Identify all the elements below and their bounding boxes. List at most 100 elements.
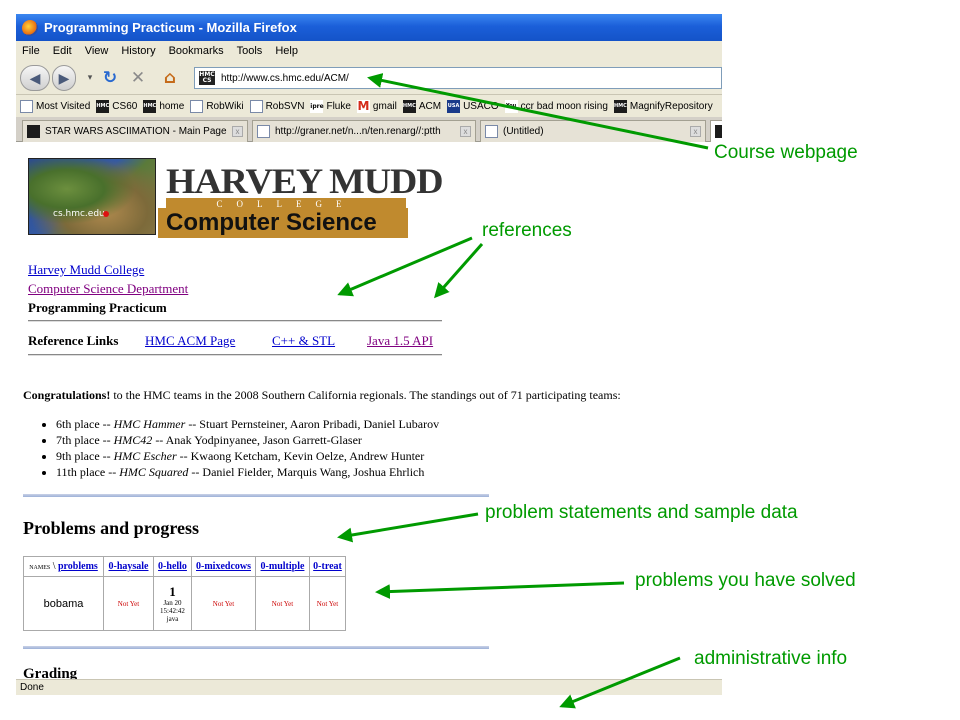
close-tab-icon[interactable]: x: [690, 126, 701, 137]
link-cs-department[interactable]: Computer Science Department: [28, 281, 188, 297]
bookmark-robsvn[interactable]: RobSVN: [249, 99, 304, 113]
status-cell: Not Yet: [191, 576, 256, 631]
hmc-cs-icon: HMC: [613, 99, 627, 113]
menu-file[interactable]: File: [22, 45, 40, 57]
grading-heading: Grading: [23, 666, 78, 679]
standings-list: 6th place -- HMC Hammer -- Stuart Pernst…: [44, 416, 439, 480]
annotation-course-webpage: Course webpage: [714, 142, 858, 163]
column-header[interactable]: 0-mixedcows: [191, 556, 256, 577]
page-icon: [249, 99, 263, 113]
bookmarks-toolbar: Most Visited HMC CS60 HMC home RobWiki Rob…: [16, 95, 722, 117]
page-icon: [20, 99, 33, 113]
menu-history[interactable]: History: [121, 45, 155, 57]
hmc-cs-icon: HMC: [143, 99, 157, 113]
bookmark-usaco[interactable]: USA USACO: [447, 99, 499, 113]
list-item: 11th place -- HMC Squared -- Daniel Fiel…: [56, 464, 439, 480]
table-row: bobama Not Yet 1 Jan 20 15:42:42 java No…: [23, 576, 346, 631]
map-logo: cs.hmc.edu: [28, 158, 156, 235]
page-icon: [257, 125, 270, 138]
page-icon: [485, 125, 498, 138]
corner-header: NAMES \ problems: [23, 556, 104, 577]
title-bar: Programming Practicum - Mozilla Firefox: [16, 14, 722, 41]
usaco-icon: USA: [447, 99, 461, 113]
back-arrow-icon: ◀: [29, 69, 41, 86]
annotation-problem-statements: problem statements and sample data: [485, 502, 798, 523]
column-header[interactable]: 0-haysale: [103, 556, 154, 577]
divider: [28, 320, 442, 322]
tab-untitled[interactable]: (Untitled) x: [480, 120, 706, 142]
link-java-api[interactable]: Java 1.5 API: [367, 333, 433, 349]
tab-graner[interactable]: http://graner.net/n...n/ten.renarg//:ptt…: [252, 120, 476, 142]
link-cpp-stl[interactable]: C++ & STL: [272, 333, 335, 349]
table-header-row: NAMES \ problems 0-haysale 0-hello 0-mix…: [23, 556, 346, 577]
home-icon[interactable]: ⌂: [160, 68, 180, 88]
column-header[interactable]: 0-treat: [309, 556, 346, 577]
list-item: 6th place -- HMC Hammer -- Stuart Pernst…: [56, 416, 439, 432]
column-header[interactable]: 0-hello: [153, 556, 192, 577]
page-icon: [715, 125, 722, 138]
link-hmc-acm-page[interactable]: HMC ACM Page: [145, 333, 235, 349]
bookmark-home[interactable]: HMC home: [143, 99, 184, 113]
location-dot-icon: [103, 211, 109, 217]
bookmark-fluke[interactable]: ipre Fluke: [310, 99, 351, 113]
firefox-icon: [22, 19, 38, 36]
bookmark-magnifyrepository[interactable]: HMC MagnifyRepository: [613, 99, 713, 113]
url-text[interactable]: http://www.cs.hmc.edu/ACM/: [221, 73, 349, 84]
close-tab-icon[interactable]: x: [232, 126, 243, 137]
menu-bookmarks[interactable]: Bookmarks: [169, 45, 224, 57]
link-harvey-mudd-college[interactable]: Harvey Mudd College: [28, 262, 144, 278]
forward-arrow-icon: ▶: [58, 69, 70, 86]
ipre-icon: ipre: [310, 99, 324, 113]
history-dropdown-icon[interactable]: ▾: [80, 68, 100, 88]
solved-cell: 1 Jan 20 15:42:42 java: [153, 576, 192, 631]
page-content: cs.hmc.edu HARVEY MUDD COLLEGE Computer …: [16, 142, 722, 679]
annotation-administrative-info: administrative info: [694, 648, 848, 669]
site-favicon-icon: HMC CS: [199, 71, 215, 85]
status-cell: Not Yet: [309, 576, 346, 631]
divider: [23, 494, 489, 497]
tab-bar: STAR WARS ASCIIMATION - Main Page x http…: [16, 117, 722, 142]
browser-window: Programming Practicum - Mozilla Firefox …: [16, 14, 722, 695]
tab-active[interactable]: [710, 120, 722, 142]
status-cell: Not Yet: [255, 576, 310, 631]
status-cell: Not Yet: [103, 576, 154, 631]
bookmark-ccr-bad-moon-rising[interactable]: You ccr bad moon rising: [504, 99, 608, 113]
annotation-references: references: [482, 220, 572, 241]
window-title: Programming Practicum - Mozilla Firefox: [44, 20, 297, 35]
close-tab-icon[interactable]: x: [460, 126, 471, 137]
divider: [23, 646, 489, 649]
annotation-problems-solved: problems you have solved: [635, 570, 856, 591]
bookmark-most-visited[interactable]: Most Visited: [20, 99, 90, 113]
menu-edit[interactable]: Edit: [53, 45, 72, 57]
menu-view[interactable]: View: [85, 45, 109, 57]
menu-help[interactable]: Help: [275, 45, 298, 57]
tab-star-wars[interactable]: STAR WARS ASCIIMATION - Main Page x: [22, 120, 248, 142]
reference-links-label: Reference Links: [28, 333, 119, 348]
logo-computer-science: Computer Science: [158, 208, 408, 238]
logo-harvey-mudd: HARVEY MUDD: [166, 161, 444, 201]
progress-table: NAMES \ problems 0-haysale 0-hello 0-mix…: [23, 556, 346, 631]
list-item: 7th place -- HMC42 -- Anak Yodpinyanee, …: [56, 432, 439, 448]
status-bar: Done: [16, 679, 722, 695]
navigation-toolbar: ◀ ▶ ▾ ↻ ✕ ⌂ HMC CS http://www.cs.hmc.edu…: [16, 61, 722, 95]
url-bar[interactable]: HMC CS http://www.cs.hmc.edu/ACM/: [194, 67, 722, 89]
bookmark-gmail[interactable]: Mgmail: [356, 99, 397, 113]
column-header[interactable]: 0-multiple: [255, 556, 310, 577]
gmail-icon: M: [356, 99, 370, 113]
stop-icon[interactable]: ✕: [128, 68, 148, 88]
forward-button[interactable]: ▶: [52, 65, 76, 91]
menu-tools[interactable]: Tools: [237, 45, 263, 57]
page-title: Programming Practicum: [28, 300, 167, 315]
page-icon: [190, 99, 204, 113]
bookmark-acm[interactable]: HMC ACM: [402, 99, 441, 113]
youtube-icon: You: [504, 99, 518, 113]
hmc-cs-icon: HMC: [96, 99, 110, 113]
page-icon: [27, 125, 40, 138]
reload-icon[interactable]: ↻: [100, 68, 120, 88]
back-button[interactable]: ◀: [20, 65, 50, 91]
bookmark-robwiki[interactable]: RobWiki: [190, 99, 244, 113]
link-problems[interactable]: problems: [58, 561, 98, 572]
bookmark-cs60[interactable]: HMC CS60: [96, 99, 137, 113]
hmc-cs-icon: HMC: [402, 99, 416, 113]
congratulations-text: Congratulations! to the HMC teams in the…: [23, 388, 621, 402]
